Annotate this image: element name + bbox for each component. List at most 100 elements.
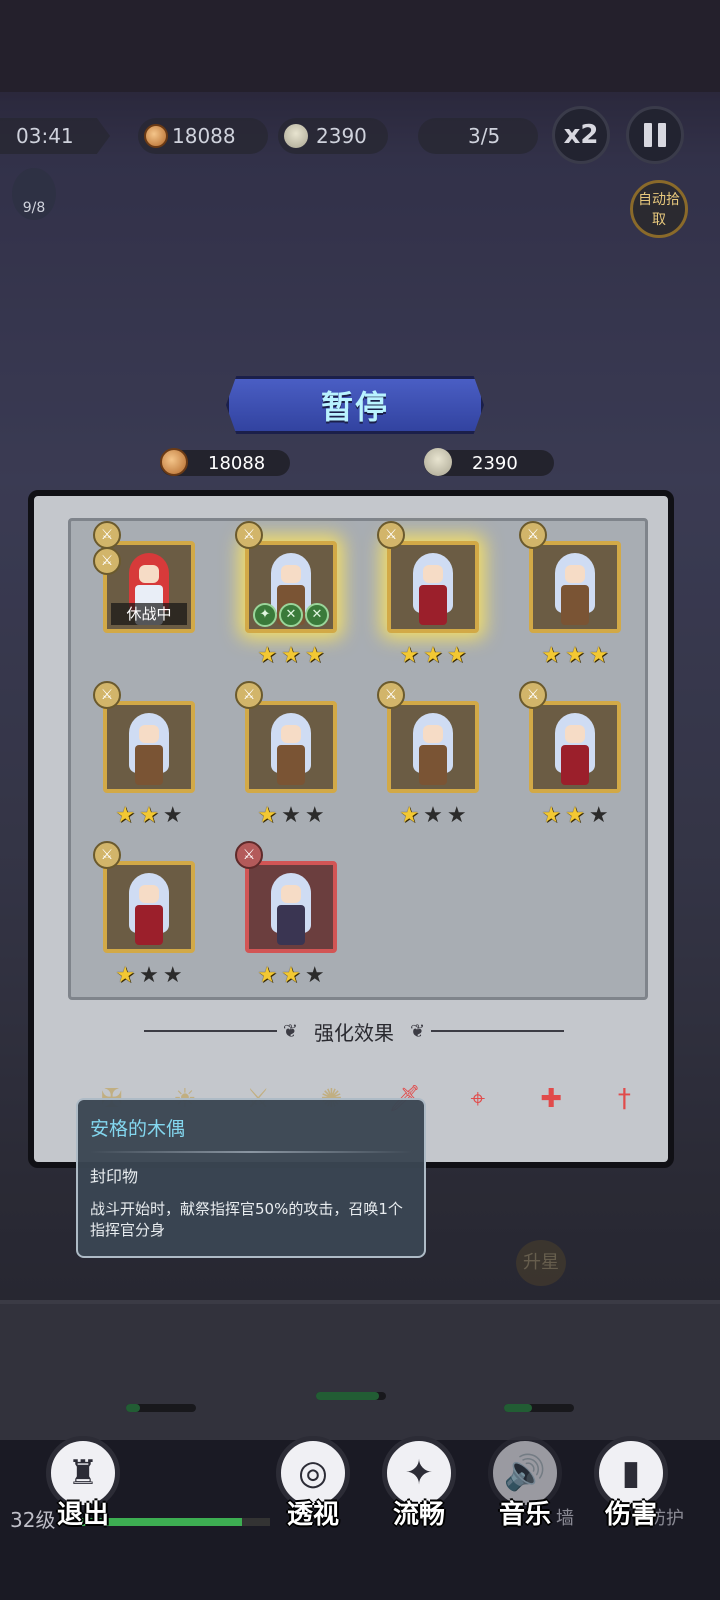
hero-slot[interactable]: ⚔ ★ ★ ★ <box>519 681 629 831</box>
star-filled-icon: ★ <box>399 643 420 668</box>
hero-sprite <box>121 873 177 947</box>
hero-slot[interactable]: ⚔ ★ ★ ★ <box>377 521 487 671</box>
hero-slot[interactable]: 休战中 ⚔ ⚔ <box>93 521 203 671</box>
hero-sprite <box>121 713 177 787</box>
divider <box>431 1030 564 1032</box>
star-rating: ★ ★ ★ <box>103 965 195 987</box>
star-empty-icon: ★ <box>162 803 183 828</box>
bar-chart-icon: ▮ <box>621 1453 641 1493</box>
tooltip-item-type: 封印物 <box>90 1167 139 1186</box>
star-empty-icon: ★ <box>446 803 467 828</box>
star-filled-icon: ★ <box>541 643 562 668</box>
class-badge-icon: ⚔ <box>235 841 263 869</box>
hero-card[interactable] <box>529 541 621 633</box>
class-badge-icon: ⚔ <box>93 547 121 575</box>
hud-wave: 3/5 <box>418 118 538 154</box>
star-empty-icon: ★ <box>139 963 159 988</box>
star-filled-icon: ★ <box>423 643 443 668</box>
hero-slot[interactable]: ⚔ ★ ★ ★ <box>377 681 487 831</box>
star-empty-icon: ★ <box>304 803 325 828</box>
hero-sprite <box>547 713 603 787</box>
tooltip-divider <box>90 1151 412 1153</box>
skull-icon <box>424 448 452 476</box>
damage-label: 伤害 <box>604 1500 657 1530</box>
hero-sprite <box>263 873 319 947</box>
hero-slot[interactable]: ✦ ✕ ✕ ⚔ ★ ★ ★ <box>235 521 345 671</box>
star-filled-icon: ★ <box>257 643 278 668</box>
star-filled-icon: ★ <box>139 803 159 828</box>
pause-banner: 暂停 <box>226 376 484 434</box>
hero-sprite <box>547 553 603 627</box>
class-badge-icon: ⚔ <box>377 521 405 549</box>
swirl-ornament-icon: ❦ <box>410 1020 426 1042</box>
timer: 03:41 <box>0 118 110 154</box>
speed-button[interactable]: x2 <box>552 106 610 164</box>
coin-count: 18088 <box>172 124 236 148</box>
pause-coins: 18088 <box>160 448 290 476</box>
pause-skull-count: 2390 <box>472 452 518 474</box>
hero-card[interactable] <box>103 861 195 953</box>
star-filled-icon: ★ <box>446 643 467 668</box>
star-rating: ★ ★ ★ <box>103 805 195 827</box>
enhancement-header: ❦ 强化效果 ❦ <box>144 1016 564 1046</box>
pause-icon <box>644 123 652 147</box>
star-filled-icon: ★ <box>541 803 562 828</box>
hero-slot[interactable]: ⚔ ★ ★ ★ <box>235 681 345 831</box>
class-badge-icon: ⚔ <box>93 521 121 549</box>
hero-count[interactable]: 9/8 <box>12 168 56 220</box>
hero-slot[interactable]: ⚔ ★ ★ ★ <box>93 841 203 991</box>
swirl-ornament-icon: ❦ <box>282 1020 298 1042</box>
pause-skulls: 2390 <box>424 448 554 476</box>
coin-icon <box>160 448 188 476</box>
skull-count: 2390 <box>316 124 367 148</box>
star-filled-icon: ★ <box>304 643 325 668</box>
hero-sprite <box>405 553 461 627</box>
star-empty-icon: ★ <box>304 963 325 988</box>
wave-count: 3/5 <box>468 124 501 148</box>
cross-buff-icon: ✕ <box>305 603 329 627</box>
star-empty-icon: ★ <box>588 803 609 828</box>
hero-card[interactable] <box>245 861 337 953</box>
star-filled-icon: ★ <box>115 963 136 988</box>
hero-card[interactable] <box>387 701 479 793</box>
hero-slot[interactable]: ⚔ ★ ★ ★ <box>519 521 629 671</box>
heal-drop-icon[interactable]: ✚ <box>528 1074 575 1124</box>
status-bar-area <box>0 0 720 92</box>
hero-card[interactable] <box>387 541 479 633</box>
class-badge-icon: ⚔ <box>235 681 263 709</box>
hero-slot[interactable]: ⚔ ★ ★ ★ <box>93 681 203 831</box>
star-filled-icon: ★ <box>565 803 585 828</box>
tooltip-description: 战斗开始时，献祭指挥官50%的攻击，召唤1个指挥官分身 <box>90 1200 403 1239</box>
class-badge-icon: ⚔ <box>377 681 405 709</box>
smooth-label: 流畅 <box>392 1500 445 1530</box>
speed-label: x2 <box>563 120 599 150</box>
hero-card[interactable]: ✦ ✕ ✕ <box>245 541 337 633</box>
star-filled-icon: ★ <box>399 803 420 828</box>
hero-card[interactable] <box>103 701 195 793</box>
pause-button[interactable] <box>626 106 684 164</box>
star-filled-icon: ★ <box>588 643 609 668</box>
sparkle-icon: ✦ <box>404 1453 434 1493</box>
divider <box>144 1030 277 1032</box>
star-filled-icon: ★ <box>281 963 301 988</box>
dagger-icon[interactable]: † <box>601 1074 648 1124</box>
hero-grid: 休战中 ⚔ ⚔ ✦ ✕ ✕ ⚔ ★ ★ ★ ⚔ ★ ★ ★ ⚔ ★ ★ ★ ⚔ ★ ★ ★ ⚔ ★ ★ ★ ⚔ ★ ★ ★ ⚔ ★ ★ ★ ⚔ ★ ★ ★… <box>68 518 648 1000</box>
vortex-icon: ◎ <box>298 1453 328 1493</box>
buff-row: ✦ ✕ ✕ <box>253 603 329 627</box>
crosshair-icon[interactable]: ⌖ <box>454 1074 501 1124</box>
hud-coins: 18088 <box>138 118 268 154</box>
coin-icon <box>144 124 168 148</box>
class-badge-icon: ⚔ <box>93 841 121 869</box>
item-tooltip: 安格的木偶 封印物 战斗开始时，献祭指挥官50%的攻击，召唤1个指挥官分身 <box>76 1098 426 1258</box>
star-empty-icon: ★ <box>281 803 301 828</box>
hero-card[interactable] <box>529 701 621 793</box>
star-empty-icon: ★ <box>423 803 443 828</box>
cross-buff-icon: ✕ <box>279 603 303 627</box>
auto-pickup-button[interactable]: 自动拾取 <box>630 180 688 238</box>
star-filled-icon: ★ <box>257 963 278 988</box>
hero-slot[interactable]: ⚔ ★ ★ ★ <box>235 841 345 991</box>
star-filled-icon: ★ <box>281 643 301 668</box>
hero-card[interactable] <box>245 701 337 793</box>
star-filled-icon: ★ <box>565 643 585 668</box>
pause-coin-count: 18088 <box>208 452 266 474</box>
